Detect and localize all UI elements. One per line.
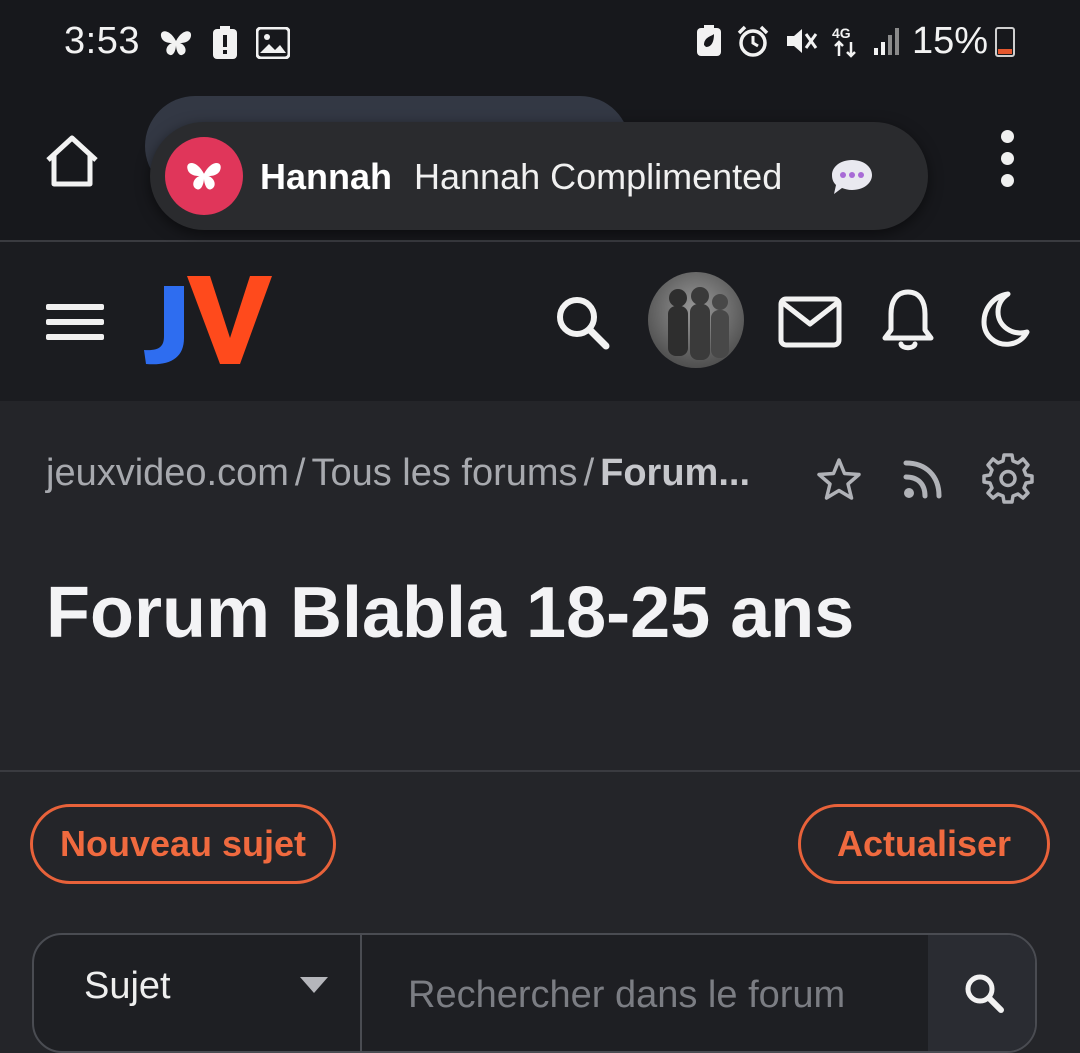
search-input[interactable] (364, 935, 928, 1051)
4g-icon: 4G (832, 25, 856, 58)
battery-saver-icon (697, 25, 721, 56)
bell-icon[interactable] (880, 286, 936, 352)
signal-icon (874, 28, 899, 55)
clock: 3:53 (64, 20, 140, 62)
battery-percent: 15% (912, 20, 989, 62)
home-icon[interactable] (40, 130, 104, 194)
status-bar: 3:53 4G 15% (0, 0, 1080, 92)
breadcrumb-item-current: Forum... (600, 452, 751, 494)
new-topic-button[interactable]: Nouveau sujet (30, 804, 336, 884)
mute-icon (787, 29, 818, 53)
speech-bubble-icon (832, 160, 872, 194)
gear-icon[interactable] (982, 452, 1034, 504)
butterfly-icon (160, 31, 192, 56)
divider (0, 770, 1080, 772)
system-icons: 4G (696, 24, 902, 58)
search-scope-select[interactable]: Sujet (34, 935, 362, 1051)
page-title: Forum Blabla 18-25 ans (46, 573, 855, 653)
butterfly-icon (187, 162, 221, 190)
star-icon[interactable] (815, 456, 863, 504)
forum-search: Sujet (32, 933, 1037, 1053)
alarm-icon (737, 25, 769, 57)
breadcrumb-separator: / (294, 452, 306, 494)
rss-icon[interactable] (902, 456, 946, 500)
menu-icon[interactable] (46, 304, 104, 340)
battery-alert-icon (213, 26, 237, 59)
browser-toolbar: Hannah Hannah Complimented (0, 92, 1080, 242)
more-vert-icon[interactable] (990, 128, 1026, 188)
svg-text:4G: 4G (832, 25, 851, 41)
breadcrumb-item-home[interactable]: jeuxvideo.com (46, 452, 289, 494)
notification-sender: Hannah (260, 156, 393, 197)
notification-app-icon (165, 137, 243, 215)
jv-logo[interactable] (142, 272, 272, 367)
caret-down-icon (300, 977, 328, 993)
moon-icon[interactable] (972, 290, 1030, 348)
search-scope-value: Sujet (84, 965, 171, 1007)
notification-icons (158, 26, 290, 60)
site-header (0, 242, 1080, 401)
notification-popup[interactable]: Hannah Hannah Complimented (150, 122, 928, 230)
notification-message: Hannah Complimented (414, 156, 783, 197)
breadcrumb-item-forums[interactable]: Tous les forums (311, 452, 577, 494)
breadcrumb: jeuxvideo.com / Tous les forums / Forum... (46, 452, 750, 495)
avatar-silhouettes-icon (668, 287, 729, 360)
image-icon (256, 27, 290, 59)
refresh-button[interactable]: Actualiser (798, 804, 1050, 884)
search-icon (965, 974, 1004, 1013)
avatar[interactable] (648, 272, 744, 368)
battery-icon (995, 27, 1015, 57)
search-icon[interactable] (552, 292, 612, 352)
mail-icon[interactable] (778, 296, 842, 348)
search-submit-button[interactable] (928, 935, 1035, 1051)
breadcrumb-separator: / (583, 452, 595, 494)
